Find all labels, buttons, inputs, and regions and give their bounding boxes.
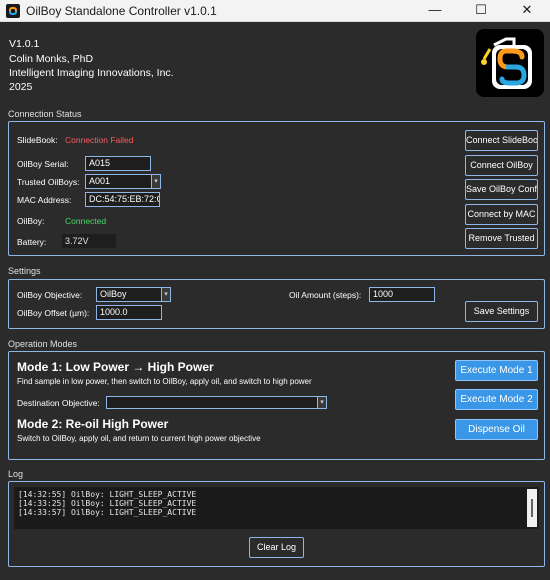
mode1-title: Mode 1: Low Power → High Power xyxy=(17,360,214,374)
app-icon xyxy=(6,4,20,18)
minimize-button[interactable]: — xyxy=(412,0,458,22)
window-title: OilBoy Standalone Controller v1.0.1 xyxy=(26,4,217,18)
oil-amount-input[interactable]: 1000 xyxy=(369,287,435,302)
mac-label: MAC Address: xyxy=(17,195,72,205)
serial-input[interactable]: A015 xyxy=(85,156,151,171)
oilboy-objective-select[interactable]: OilBoy ▾ xyxy=(96,287,171,302)
trusted-label: Trusted OilBoys: xyxy=(17,177,80,187)
clear-log-button[interactable]: Clear Log xyxy=(249,537,304,558)
mode2-description: Switch to OilBoy, apply oil, and return … xyxy=(17,434,261,443)
year-text: 2025 xyxy=(9,81,33,93)
operation-modes-header: Operation Modes xyxy=(8,339,78,349)
mode1-description: Find sample in low power, then switch to… xyxy=(17,377,312,386)
log-scrollbar[interactable] xyxy=(527,489,537,527)
connect-by-mac-button[interactable]: Connect by MAC xyxy=(465,204,538,225)
execute-mode2-button[interactable]: Execute Mode 2 xyxy=(455,389,538,410)
chevron-down-icon[interactable]: ▾ xyxy=(317,397,326,408)
version-text: V1.0.1 xyxy=(9,38,40,50)
log-line: [14:32:55] OilBoy: LIGHT_SLEEP_ACTIVE xyxy=(18,490,197,499)
settings-header: Settings xyxy=(8,266,41,276)
log-header: Log xyxy=(8,469,24,479)
company-text: Intelligent Imaging Innovations, Inc. xyxy=(9,67,174,79)
battery-label: Battery: xyxy=(17,237,47,247)
author-text: Colin Monks, PhD xyxy=(9,53,94,65)
destination-label: Destination Objective: xyxy=(17,398,100,408)
chevron-down-icon[interactable]: ▾ xyxy=(151,175,160,188)
log-text-area[interactable]: [14:32:55] OilBoy: LIGHT_SLEEP_ACTIVE [14… xyxy=(14,487,539,529)
trusted-oilboys-select[interactable]: A001 ▾ xyxy=(85,174,161,189)
destination-objective-select[interactable]: ▾ xyxy=(106,396,327,409)
battery-value: 3.72V xyxy=(62,234,116,248)
log-scrollbar-thumb[interactable] xyxy=(531,499,533,517)
mode2-title: Mode 2: Re-oil High Power xyxy=(17,417,169,431)
log-line: [14:33:25] OilBoy: LIGHT_SLEEP_ACTIVE xyxy=(18,499,197,508)
oilboy-offset-input[interactable]: 1000.0 xyxy=(96,305,162,320)
dispense-oil-button[interactable]: Dispense Oil xyxy=(455,419,538,440)
execute-mode1-button[interactable]: Execute Mode 1 xyxy=(455,360,538,381)
close-button[interactable]: ✕ xyxy=(504,0,550,22)
oilboy-logo-icon xyxy=(476,29,544,97)
serial-label: OilBoy Serial: xyxy=(17,159,69,169)
save-settings-button[interactable]: Save Settings xyxy=(465,301,538,322)
oilboy-objective-value: OilBoy xyxy=(100,289,127,299)
log-line: [14:33:57] OilBoy: LIGHT_SLEEP_ACTIVE xyxy=(18,508,197,517)
oilboy-status: Connected xyxy=(65,216,107,226)
save-oilboy-conf-button[interactable]: Save OilBoy Conf xyxy=(465,179,538,200)
connect-oilboy-button[interactable]: Connect OilBoy xyxy=(465,155,538,176)
oil-amount-label: Oil Amount (steps): xyxy=(289,290,362,300)
log-lines: [14:32:55] OilBoy: LIGHT_SLEEP_ACTIVE [14… xyxy=(18,490,196,517)
connect-slidebook-button[interactable]: Connect SlideBoo xyxy=(465,130,538,151)
chevron-down-icon[interactable]: ▾ xyxy=(161,288,170,301)
slidebook-label: SlideBook: xyxy=(17,135,58,145)
connection-status-header: Connection Status xyxy=(8,109,82,119)
offset-label: OilBoy Offset (µm): xyxy=(17,308,90,318)
remove-trusted-button[interactable]: Remove Trusted xyxy=(465,228,538,249)
mac-address-input[interactable]: DC:54:75:EB:72:C5 xyxy=(85,192,160,207)
slidebook-status: Connection Failed xyxy=(65,135,134,145)
maximize-button[interactable]: ☐ xyxy=(458,0,504,22)
objective-label: OilBoy Objective: xyxy=(17,290,83,300)
oilboy-label: OilBoy: xyxy=(17,216,45,226)
trusted-oilboys-value: A001 xyxy=(89,176,111,186)
